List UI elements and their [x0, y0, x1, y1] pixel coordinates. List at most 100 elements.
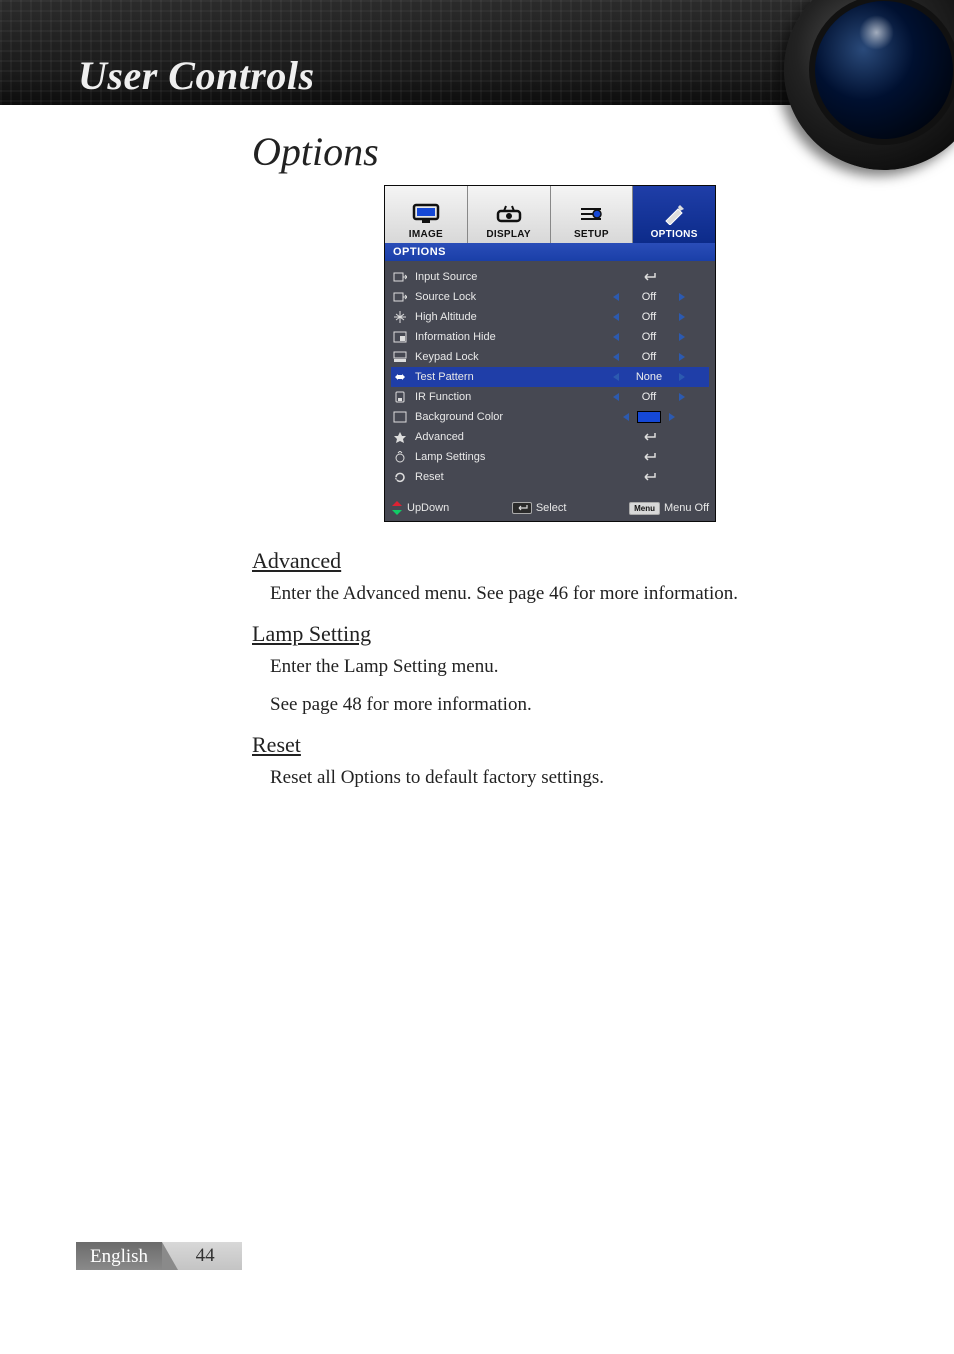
doc-paragraph: Enter the Lamp Setting menu.	[270, 653, 872, 682]
hint-menu-off: Menu Menu Off	[629, 502, 709, 515]
row-control	[589, 411, 709, 423]
bg-color-icon	[391, 409, 409, 425]
osd-menu: IMAGE DISPLAY SETUP OPTIONS OPTIONS Inpu…	[384, 185, 716, 522]
keypad-icon	[391, 349, 409, 365]
tab-label: IMAGE	[409, 229, 443, 240]
row-value: Off	[627, 311, 671, 323]
row-control	[589, 272, 709, 282]
row-label: Background Color	[415, 411, 589, 423]
lamp-icon	[391, 449, 409, 465]
row-label: Input Source	[415, 271, 589, 283]
arrow-right-icon[interactable]	[669, 413, 675, 421]
row-control: None	[589, 371, 709, 383]
row-control	[589, 432, 709, 442]
enter-icon	[641, 472, 657, 482]
osd-row[interactable]: Reset	[391, 467, 709, 487]
arrow-left-icon[interactable]	[613, 353, 619, 361]
osd-row[interactable]: Background Color	[391, 407, 709, 427]
arrow-left-icon[interactable]	[623, 413, 629, 421]
tab-label: OPTIONS	[651, 229, 698, 240]
info-hide-icon	[391, 329, 409, 345]
reset-icon	[391, 469, 409, 485]
row-label: Lamp Settings	[415, 451, 589, 463]
row-control: Off	[589, 331, 709, 343]
ir-icon	[391, 389, 409, 405]
osd-row[interactable]: Source Lock Off	[391, 287, 709, 307]
arrow-left-icon[interactable]	[613, 393, 619, 401]
row-label: Keypad Lock	[415, 351, 589, 363]
row-control	[589, 452, 709, 462]
osd-tabs: IMAGE DISPLAY SETUP OPTIONS	[385, 186, 715, 243]
arrow-right-icon[interactable]	[679, 373, 685, 381]
lock-icon	[391, 289, 409, 305]
osd-row[interactable]: Advanced	[391, 427, 709, 447]
row-control: Off	[589, 311, 709, 323]
row-control: Off	[589, 391, 709, 403]
doc-heading: Lamp Setting	[252, 621, 872, 647]
arrow-left-icon[interactable]	[613, 373, 619, 381]
page-section-title: User Controls	[78, 52, 315, 99]
enter-key-icon	[512, 502, 532, 514]
doc-paragraph: Enter the Advanced menu. See page 46 for…	[270, 580, 872, 609]
osd-row[interactable]: High Altitude Off	[391, 307, 709, 327]
hint-select: Select	[512, 502, 567, 514]
osd-row[interactable]: Test Pattern None	[391, 367, 709, 387]
updown-icon	[391, 501, 403, 515]
sliders-icon	[576, 201, 606, 227]
arrow-left-icon[interactable]	[613, 293, 619, 301]
row-label: Source Lock	[415, 291, 589, 303]
footer-page-wrap: 44	[162, 1242, 242, 1270]
tab-label: DISPLAY	[486, 229, 531, 240]
enter-icon	[641, 452, 657, 462]
altitude-icon	[391, 309, 409, 325]
row-label: Information Hide	[415, 331, 589, 343]
doc-heading: Advanced	[252, 548, 872, 574]
row-label: High Altitude	[415, 311, 589, 323]
footer-page-number: 44	[196, 1245, 215, 1267]
row-value: Off	[627, 291, 671, 303]
arrow-left-icon[interactable]	[613, 333, 619, 341]
arrow-right-icon[interactable]	[679, 393, 685, 401]
doc-block: Advanced Enter the Advanced menu. See pag…	[252, 548, 872, 609]
tab-label: SETUP	[574, 229, 609, 240]
color-swatch	[637, 411, 661, 423]
tab-image[interactable]: IMAGE	[385, 186, 468, 243]
arrow-left-icon[interactable]	[613, 313, 619, 321]
osd-footer: UpDown Select Menu Menu Off	[385, 497, 715, 521]
row-value: Off	[627, 331, 671, 343]
row-value: Off	[627, 351, 671, 363]
osd-row[interactable]: IR FunctionOff	[391, 387, 709, 407]
test-pattern-icon	[391, 369, 409, 385]
arrow-right-icon[interactable]	[679, 333, 685, 341]
projector-icon	[494, 201, 524, 227]
tab-setup[interactable]: SETUP	[551, 186, 634, 243]
tab-display[interactable]: DISPLAY	[468, 186, 551, 243]
doc-paragraph: Reset all Options to default factory set…	[270, 764, 872, 793]
row-control: Off	[589, 351, 709, 363]
hint-label: UpDown	[407, 502, 449, 514]
osd-row[interactable]: Lamp Settings	[391, 447, 709, 467]
row-label: Test Pattern	[415, 371, 589, 383]
document-body: Advanced Enter the Advanced menu. See pag…	[252, 548, 872, 804]
doc-heading: Reset	[252, 732, 872, 758]
row-control	[589, 472, 709, 482]
row-value: None	[627, 371, 671, 383]
monitor-icon	[411, 201, 441, 227]
footer-language: English	[76, 1242, 162, 1270]
tab-options[interactable]: OPTIONS	[633, 186, 715, 243]
enter-icon	[641, 432, 657, 442]
doc-block: Reset Reset all Options to default factor…	[252, 732, 872, 793]
arrow-right-icon[interactable]	[679, 313, 685, 321]
hint-label: Menu Off	[664, 502, 709, 514]
enter-icon	[641, 272, 657, 282]
arrow-right-icon[interactable]	[679, 353, 685, 361]
hint-updown: UpDown	[391, 501, 449, 515]
arrow-right-icon[interactable]	[679, 293, 685, 301]
section-heading: Options	[252, 128, 379, 175]
osd-row[interactable]: Keypad Lock Off	[391, 347, 709, 367]
input-icon	[391, 269, 409, 285]
osd-row[interactable]: Information Hide Off	[391, 327, 709, 347]
tools-icon	[659, 201, 689, 227]
osd-row[interactable]: Input Source	[391, 267, 709, 287]
row-label: Reset	[415, 471, 589, 483]
